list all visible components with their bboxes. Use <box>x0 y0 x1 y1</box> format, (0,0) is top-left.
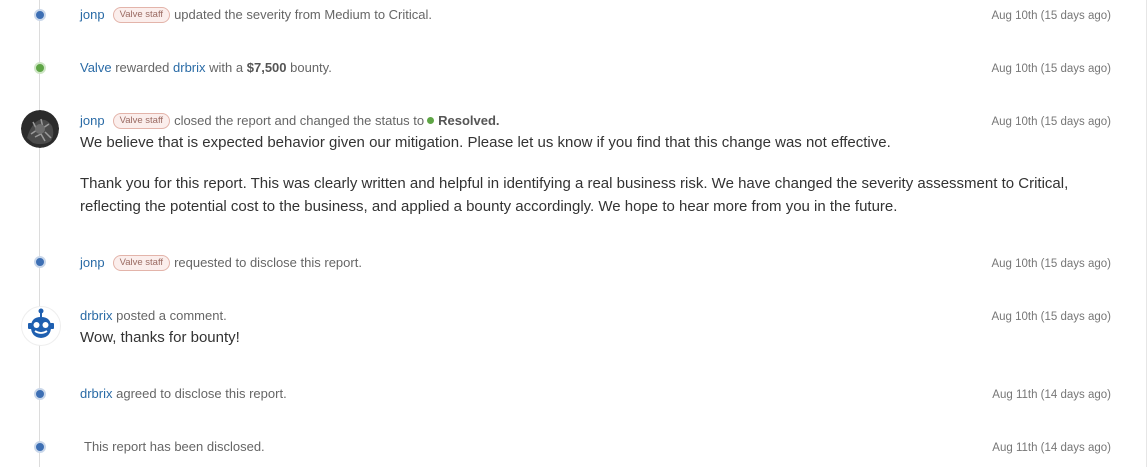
timestamp[interactable]: Aug 11th (14 days ago) <box>992 387 1111 403</box>
activity-text: closed the report and changed the status… <box>174 113 425 128</box>
activity-text: agreed to disclose this report. <box>116 386 287 401</box>
user-link-jonp[interactable]: jonp <box>80 255 105 270</box>
timestamp[interactable]: Aug 10th (15 days ago) <box>991 256 1111 272</box>
comment-paragraph: Wow, thanks for bounty! <box>80 329 240 346</box>
activity-text: updated the severity from Medium to Crit… <box>174 7 432 22</box>
activity-text: This report has been disclosed. <box>84 439 265 454</box>
bounty-amount: $7,500 <box>246 60 287 75</box>
timestamp[interactable]: Aug 11th (14 days ago) <box>992 440 1111 456</box>
timestamp[interactable]: Aug 10th (15 days ago) <box>991 114 1111 130</box>
activity-line: drbrix agreed to disclose this report. <box>80 386 287 402</box>
activity-line: jonp Valve staff requested to disclose thi… <box>80 255 362 271</box>
activity-line: jonp Valve staff updated the severity from… <box>80 7 432 23</box>
user-link-valve[interactable]: Valve <box>80 60 112 75</box>
timeline-dot <box>34 256 46 268</box>
user-link-drbrix[interactable]: drbrix <box>80 308 113 323</box>
user-link-drbrix[interactable]: drbrix <box>173 60 206 75</box>
timeline-dot <box>34 9 46 21</box>
timeline-dot-bounty <box>34 62 46 74</box>
user-link-jonp[interactable]: jonp <box>80 7 105 22</box>
timestamp[interactable]: Aug 10th (15 days ago) <box>991 309 1111 325</box>
timeline-dot <box>34 388 46 400</box>
resolved-status-dot-icon <box>427 117 435 124</box>
robot-avatar-icon <box>28 308 54 338</box>
activity-text: with a <box>209 60 244 75</box>
activity-line: Valve rewarded drbrix with a $7,500 boun… <box>80 60 332 76</box>
activity-text: rewarded <box>115 60 170 75</box>
avatar-drbrix[interactable] <box>21 306 61 346</box>
user-link-drbrix[interactable]: drbrix <box>80 386 113 401</box>
comment-paragraph: We believe that is expected behavior giv… <box>80 134 891 151</box>
staff-badge: Valve staff <box>112 7 171 23</box>
activity-text: posted a comment. <box>116 308 227 323</box>
comment-body: We believe that is expected behavior giv… <box>80 131 1125 218</box>
timeline-dot <box>34 441 46 453</box>
activity-line: jonp Valve staff closed the report and cha… <box>80 113 500 129</box>
comment-paragraph: Thank you for this report. This was clea… <box>80 175 1069 215</box>
timestamp[interactable]: Aug 10th (15 days ago) <box>991 61 1111 77</box>
comment-body: Wow, thanks for bounty! <box>80 326 1125 349</box>
activity-line: This report has been disclosed. <box>84 439 265 455</box>
staff-badge: Valve staff <box>112 255 171 271</box>
activity-text: requested to disclose this report. <box>174 255 362 270</box>
activity-text: bounty. <box>290 60 332 75</box>
activity-line: drbrix posted a comment. <box>80 308 227 324</box>
user-link-jonp[interactable]: jonp <box>80 113 105 128</box>
timestamp[interactable]: Aug 10th (15 days ago) <box>991 8 1111 24</box>
status-resolved: Resolved. <box>438 113 500 128</box>
staff-badge: Valve staff <box>112 113 171 129</box>
user-photo-avatar-icon <box>21 110 59 148</box>
avatar-jonp[interactable] <box>21 110 59 148</box>
